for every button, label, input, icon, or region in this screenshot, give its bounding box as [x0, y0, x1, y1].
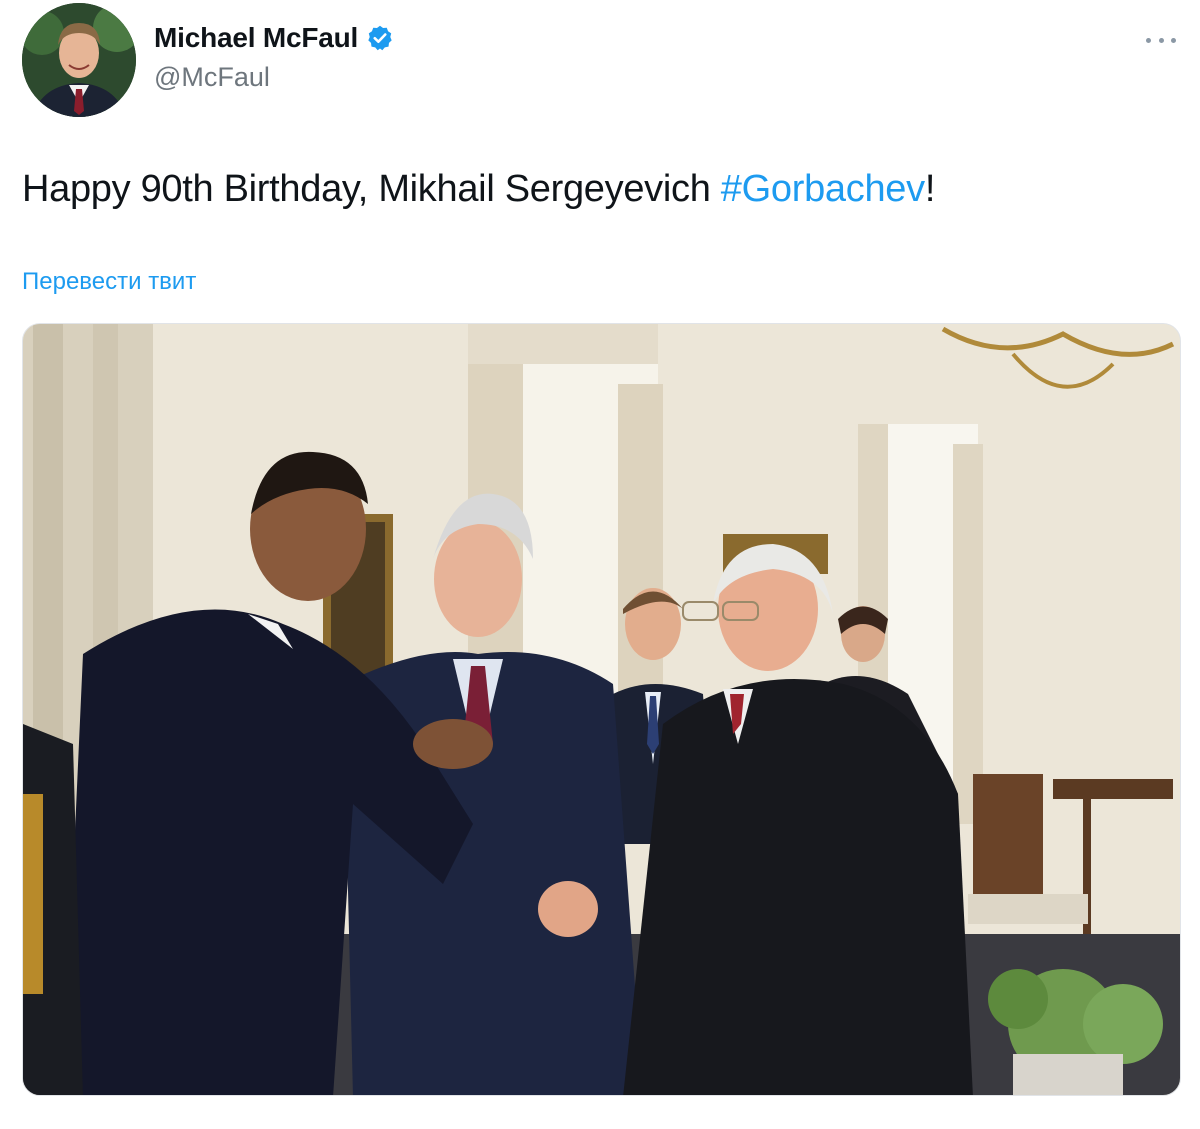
tweet-text-end: !	[924, 168, 936, 210]
translate-tweet-link[interactable]: Перевести твит	[22, 268, 196, 296]
author-name-row[interactable]: Michael McFaul	[154, 22, 394, 54]
avatar[interactable]	[22, 3, 136, 117]
tweet-photo[interactable]	[22, 323, 1181, 1096]
verified-badge-icon	[366, 24, 394, 52]
profile-photo-icon	[22, 3, 136, 117]
tweet-text: Happy 90th Birthday, Mikhail Sergeyevich…	[22, 168, 935, 211]
tweet-text-body: Happy 90th Birthday, Mikhail Sergeyevich	[22, 168, 721, 210]
dot-icon	[1171, 37, 1176, 43]
hashtag-link[interactable]: #Gorbachev	[721, 168, 925, 210]
photo-scene-icon	[23, 324, 1180, 1095]
author-display-name[interactable]: Michael McFaul	[154, 22, 358, 54]
tweet-card: Michael McFaul @McFaul Happy 90th Birthd…	[0, 0, 1200, 1129]
author-handle[interactable]: @McFaul	[154, 62, 270, 93]
dot-icon	[1158, 37, 1164, 43]
dot-icon	[1146, 37, 1151, 43]
more-options-icon[interactable]	[1146, 30, 1176, 50]
